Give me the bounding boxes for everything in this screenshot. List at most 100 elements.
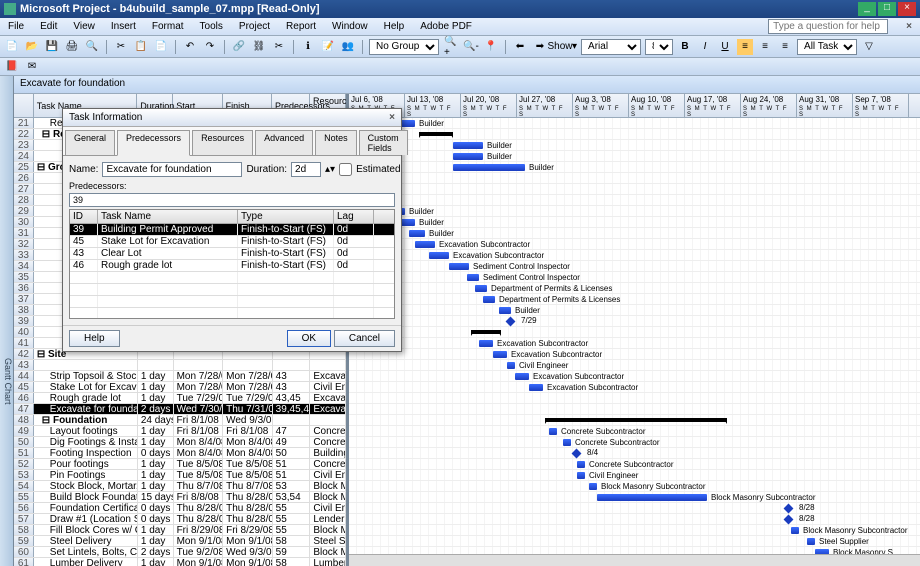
save-icon[interactable]: 💾	[44, 39, 60, 55]
duration-spinner-icon[interactable]: ▴▾	[325, 164, 335, 175]
menu-adobe-pdf[interactable]: Adobe PDF	[416, 20, 476, 33]
gantt-bar[interactable]: Builder	[453, 142, 483, 149]
doc-close-icon[interactable]: ×	[902, 20, 916, 33]
group-select[interactable]: No Group	[369, 39, 439, 55]
open-icon[interactable]: 📂	[24, 39, 40, 55]
tab-advanced[interactable]: Advanced	[255, 130, 313, 155]
gantt-bar[interactable]: Builder	[409, 230, 425, 237]
print-icon[interactable]: 🖨	[64, 39, 80, 55]
table-row[interactable]: 47 Excavate for foundation 2 days Wed 7/…	[14, 404, 346, 415]
gantt-bar[interactable]: Block Masonry Subcontractor	[589, 483, 597, 490]
notes-icon[interactable]: 📝	[320, 39, 336, 55]
tab-resources[interactable]: Resources	[192, 130, 253, 155]
pdf-mail-icon[interactable]: ✉	[24, 59, 40, 75]
minimize-button[interactable]: _	[858, 2, 876, 16]
gantt-bar[interactable]	[545, 418, 727, 422]
ok-button[interactable]: OK	[287, 330, 331, 347]
predecessors-grid[interactable]: IDTask NameTypeLag 39Building Permit App…	[69, 209, 395, 319]
gantt-bar[interactable]: Block Masonry Subcontractor	[597, 494, 707, 501]
predecessor-row[interactable]: 45Stake Lot for ExcavationFinish-to-Star…	[70, 236, 394, 248]
gantt-bar[interactable]: Builder	[499, 307, 511, 314]
autofilter-icon[interactable]: ▽	[861, 39, 877, 55]
duration-input[interactable]	[291, 162, 321, 177]
milestone[interactable]	[506, 317, 516, 327]
gantt-bar[interactable]: Excavation Subcontractor	[415, 241, 435, 248]
gantt-bar[interactable]: Block Masonry Subcontractor	[791, 527, 799, 534]
table-row[interactable]: 50 Dig Footings & Install Reinforcing 1 …	[14, 437, 346, 448]
menu-project[interactable]: Project	[235, 20, 274, 33]
gantt-bar[interactable]: Sediment Control Inspector	[467, 274, 479, 281]
horizontal-scrollbar[interactable]	[349, 554, 920, 566]
table-row[interactable]: 52 Pour footings 1 day Tue 8/5/08 Tue 8/…	[14, 459, 346, 470]
table-row[interactable]: 56 Foundation Certification 0 days Thu 8…	[14, 503, 346, 514]
menu-help[interactable]: Help	[380, 20, 409, 33]
menu-edit[interactable]: Edit	[36, 20, 61, 33]
help-button[interactable]: Help	[69, 330, 120, 347]
gantt-bar[interactable]: Sediment Control Inspector	[449, 263, 469, 270]
gantt-bar[interactable]: Steel Supplier	[807, 538, 815, 545]
table-row[interactable]: 57 Draw #1 (Location Survey) 0 days Thu …	[14, 514, 346, 525]
table-row[interactable]: 45 Stake Lot for Excavation 1 day Mon 7/…	[14, 382, 346, 393]
tab-notes[interactable]: Notes	[315, 130, 357, 155]
table-row[interactable]: 49 Layout footings 1 day Fri 8/1/08 Fri …	[14, 426, 346, 437]
gantt-bar[interactable]: Excavation Subcontractor	[529, 384, 543, 391]
table-row[interactable]: 46 Rough grade lot 1 day Tue 7/29/08 Tue…	[14, 393, 346, 404]
estimated-checkbox[interactable]	[339, 163, 352, 176]
gantt-bar[interactable]: Civil Engineer	[507, 362, 515, 369]
table-row[interactable]: 48 ⊟ Foundation 24 days Fri 8/1/08 Wed 9…	[14, 415, 346, 426]
font-size-select[interactable]: 8	[645, 39, 673, 55]
gantt-bar[interactable]: Excavation Subcontractor	[515, 373, 529, 380]
gantt-bar[interactable]: Concrete Subcontractor	[563, 439, 571, 446]
outdent-icon[interactable]: ⬅	[512, 39, 528, 55]
gantt-bar[interactable]	[471, 330, 501, 334]
table-row[interactable]: 53 Pin Footings 1 day Tue 8/5/08 Tue 8/5…	[14, 470, 346, 481]
maximize-button[interactable]: □	[878, 2, 896, 16]
gantt-bar[interactable]: Excavation Subcontractor	[479, 340, 493, 347]
milestone[interactable]	[784, 504, 794, 514]
redo-icon[interactable]: ↷	[202, 39, 218, 55]
unlink-icon[interactable]: ⛓	[251, 39, 267, 55]
tab-custom-fields[interactable]: Custom Fields	[359, 130, 408, 155]
tab-predecessors[interactable]: Predecessors	[117, 130, 190, 156]
cut-icon[interactable]: ✂	[113, 39, 129, 55]
menu-view[interactable]: View	[69, 20, 99, 33]
table-row[interactable]: 61 Lumber Delivery 1 day Mon 9/1/08 Mon …	[14, 558, 346, 566]
gantt-bar[interactable]: Department of Permits & Licenses	[475, 285, 487, 292]
gantt-bar[interactable]: Civil Engineer	[577, 472, 585, 479]
table-row[interactable]: 54 Stock Block, Mortar, Sand 1 day Thu 8…	[14, 481, 346, 492]
indent-icon[interactable]: ➡	[532, 39, 548, 55]
align-left-icon[interactable]: ≡	[737, 39, 753, 55]
task-name-input[interactable]	[102, 162, 242, 177]
table-row[interactable]: 60 Set Lintels, Bolts, Cap Block 2 days …	[14, 547, 346, 558]
menu-insert[interactable]: Insert	[107, 20, 140, 33]
info-icon[interactable]: ℹ	[300, 39, 316, 55]
new-icon[interactable]: 📄	[4, 39, 20, 55]
cancel-button[interactable]: Cancel	[334, 330, 395, 347]
filter-select[interactable]: All Tasks	[797, 39, 857, 55]
undo-icon[interactable]: ↶	[182, 39, 198, 55]
predecessor-row[interactable]: 39Building Permit ApprovedFinish-to-Star…	[70, 224, 394, 236]
gantt-bar[interactable]: Builder	[453, 164, 525, 171]
menu-file[interactable]: File	[4, 20, 28, 33]
zoom-in-icon[interactable]: 🔍+	[443, 39, 459, 55]
gantt-bar[interactable]: Excavation Subcontractor	[429, 252, 449, 259]
pdf-icon[interactable]: 📕	[4, 59, 20, 75]
print-preview-icon[interactable]: 🔍	[84, 39, 100, 55]
table-row[interactable]: 59 Steel Delivery 1 day Mon 9/1/08 Mon 9…	[14, 536, 346, 547]
table-row[interactable]: 58 Fill Block Cores w/ Concrete 1 day Fr…	[14, 525, 346, 536]
menu-tools[interactable]: Tools	[196, 20, 227, 33]
menu-format[interactable]: Format	[148, 20, 188, 33]
link-icon[interactable]: 🔗	[231, 39, 247, 55]
copy-icon[interactable]: 📋	[133, 39, 149, 55]
close-button[interactable]: ×	[898, 2, 916, 16]
gantt-bar[interactable]: Concrete Subcontractor	[577, 461, 585, 468]
gantt-bar[interactable]: Builder	[453, 153, 483, 160]
zoom-out-icon[interactable]: 🔍-	[463, 39, 479, 55]
bold-icon[interactable]: B	[677, 39, 693, 55]
help-search-input[interactable]	[768, 19, 888, 34]
table-row[interactable]: 55 Build Block Foundation 15 days Fri 8/…	[14, 492, 346, 503]
paste-icon[interactable]: 📄	[153, 39, 169, 55]
tab-general[interactable]: General	[65, 130, 115, 155]
gantt-bar[interactable]	[419, 132, 453, 136]
milestone[interactable]	[784, 515, 794, 525]
